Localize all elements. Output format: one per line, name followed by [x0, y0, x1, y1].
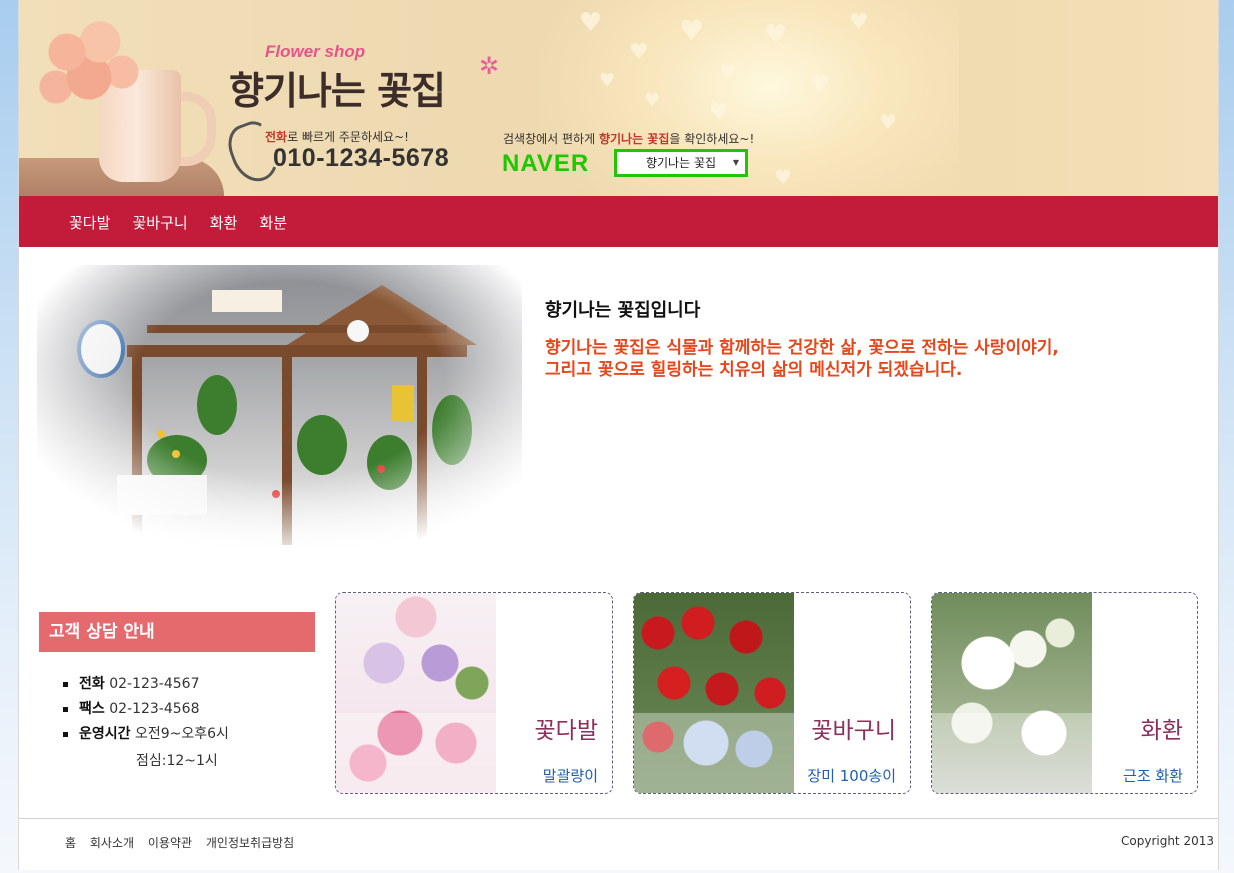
shop-poster	[392, 385, 414, 421]
main-nav: 꽃다발 꽃바구니 화환 화분	[19, 196, 1218, 247]
nav-item-basket[interactable]: 꽃바구니	[133, 212, 188, 233]
footer-link-terms[interactable]: 이용약관	[148, 836, 192, 850]
vase-illustration	[19, 0, 224, 196]
heart-decoration: ♥	[629, 40, 649, 65]
naver-search-box[interactable]: 향기나는 꽃집 ▼	[614, 149, 748, 177]
shop-lamp	[347, 320, 369, 342]
footer-link-privacy[interactable]: 개인정보취급방침	[206, 836, 294, 850]
heart-decoration: ♥	[809, 70, 831, 98]
card-title: 꽃바구니	[811, 718, 896, 744]
footer-divider	[19, 818, 1218, 819]
search-message-post: 을 확인하세요~!	[669, 132, 755, 146]
flower-star-icon: ✲	[479, 52, 500, 80]
naver-logo: NAVER	[502, 150, 590, 177]
hero-title: 향기나는 꽃집입니다	[545, 300, 701, 321]
footer-link-about[interactable]: 회사소개	[90, 836, 134, 850]
card-subtitle[interactable]: 장미 100송이	[807, 765, 896, 786]
heart-decoration: ♥	[709, 100, 729, 125]
consult-phone: 전화 02-123-4567	[61, 674, 229, 699]
heart-decoration: ♥	[679, 14, 705, 47]
nav-item-plant[interactable]: 화분	[260, 212, 288, 233]
shop-counter	[117, 475, 207, 515]
flower-dot	[377, 465, 385, 473]
shop-sign	[77, 320, 125, 378]
plant-decoration	[432, 395, 472, 465]
plant-decoration	[367, 435, 412, 490]
heart-decoration: ♥	[599, 70, 616, 91]
consult-label: 전화	[79, 676, 105, 692]
consult-fax: 팩스 02-123-4568	[61, 699, 229, 724]
product-card-bouquet[interactable]: 꽃다발 말괄량이	[335, 592, 613, 794]
consult-title: 고객 상담 안내	[39, 612, 315, 652]
pergola-post	[282, 345, 292, 545]
search-message-bold: 향기나는 꽃집	[598, 132, 670, 146]
image-overlay	[932, 713, 1092, 793]
naver-search-value: 향기나는 꽃집	[645, 156, 717, 170]
image-overlay	[634, 713, 794, 793]
consult-lunch: 점심:12~1시	[136, 753, 218, 769]
header-banner: ♥ ♥ ♥ ♥ ♥ ♥ ♥ ♥ ♥ ♥ ♥ ♥ Flower shop 향기나는…	[19, 0, 1218, 196]
pergola-beam	[127, 345, 467, 357]
card-subtitle[interactable]: 근조 화환	[1123, 765, 1183, 786]
shop-signboard	[212, 290, 282, 312]
pergola-post	[132, 345, 142, 545]
plant-decoration	[297, 415, 347, 475]
copyright: Copyright 2013	[1121, 834, 1214, 848]
footer-link-home[interactable]: 홈	[65, 836, 76, 850]
logo-title[interactable]: 향기나는 꽃집	[229, 60, 446, 115]
phone-message-rest: 로 빠르게 주문하세요~!	[287, 130, 409, 144]
flower-dot	[157, 430, 165, 438]
phone-message: 전화로 빠르게 주문하세요~!	[265, 128, 409, 145]
image-overlay	[336, 713, 496, 793]
phone-number: 010-1234-5678	[273, 144, 450, 172]
heart-decoration: ♥	[849, 10, 869, 35]
consult-value: 02-123-4568	[109, 701, 200, 717]
consult-value: 오전9~오후6시	[134, 726, 229, 742]
shop-photo	[37, 265, 522, 555]
heart-decoration: ♥	[719, 60, 737, 84]
consult-value: 02-123-4567	[109, 676, 200, 692]
plant-decoration	[197, 375, 237, 435]
heart-decoration: ♥	[879, 110, 897, 134]
card-title: 화환	[1140, 718, 1183, 744]
logo-subtitle: Flower shop	[265, 42, 366, 61]
nav-item-bouquet[interactable]: 꽃다발	[69, 212, 110, 233]
shop-roof	[287, 285, 477, 345]
hydrangea-image	[34, 12, 144, 112]
flower-dot	[272, 490, 280, 498]
pergola-beam	[147, 325, 447, 333]
product-card-basket[interactable]: 꽃바구니 장미 100송이	[633, 592, 911, 794]
heart-decoration: ♥	[644, 90, 661, 111]
nav-item-wreath[interactable]: 화환	[210, 212, 238, 233]
heart-decoration: ♥	[774, 165, 792, 189]
consult-hours: 운영시간 오전9~오후6시	[61, 724, 229, 749]
heart-decoration: ♥	[764, 20, 788, 50]
card-subtitle[interactable]: 말괄량이	[543, 765, 598, 786]
page-container: ♥ ♥ ♥ ♥ ♥ ♥ ♥ ♥ ♥ ♥ ♥ ♥ Flower shop 향기나는…	[18, 0, 1219, 870]
card-title: 꽃다발	[534, 718, 598, 744]
product-card-wreath[interactable]: 화환 근조 화환	[931, 592, 1198, 794]
search-message: 검색창에서 편하게 향기나는 꽃집을 확인하세요~!	[503, 130, 754, 147]
dropdown-arrow-icon: ▼	[732, 158, 739, 167]
pergola-post	[417, 345, 427, 545]
consult-label: 팩스	[79, 701, 105, 717]
consult-label: 운영시간	[79, 726, 131, 742]
phone-message-bold: 전화	[265, 130, 288, 144]
hero-description-line: 향기나는 꽃집은 식물과 함께하는 건강한 삶, 꽃으로 전하는 사랑이야기,	[545, 338, 1059, 358]
footer-links: 홈 회사소개 이용약관 개인정보취급방침	[65, 834, 304, 851]
search-message-pre: 검색창에서 편하게	[503, 132, 599, 146]
consult-list: 전화 02-123-4567 팩스 02-123-4568 운영시간 오전9~오…	[61, 674, 229, 749]
heart-decoration: ♥	[579, 8, 603, 38]
flower-dot	[172, 450, 180, 458]
hero-description-line: 그리고 꽃으로 힐링하는 치유의 삶의 메신저가 되겠습니다.	[545, 360, 963, 380]
hero-description: 향기나는 꽃집은 식물과 함께하는 건강한 삶, 꽃으로 전하는 사랑이야기, …	[545, 337, 1185, 381]
